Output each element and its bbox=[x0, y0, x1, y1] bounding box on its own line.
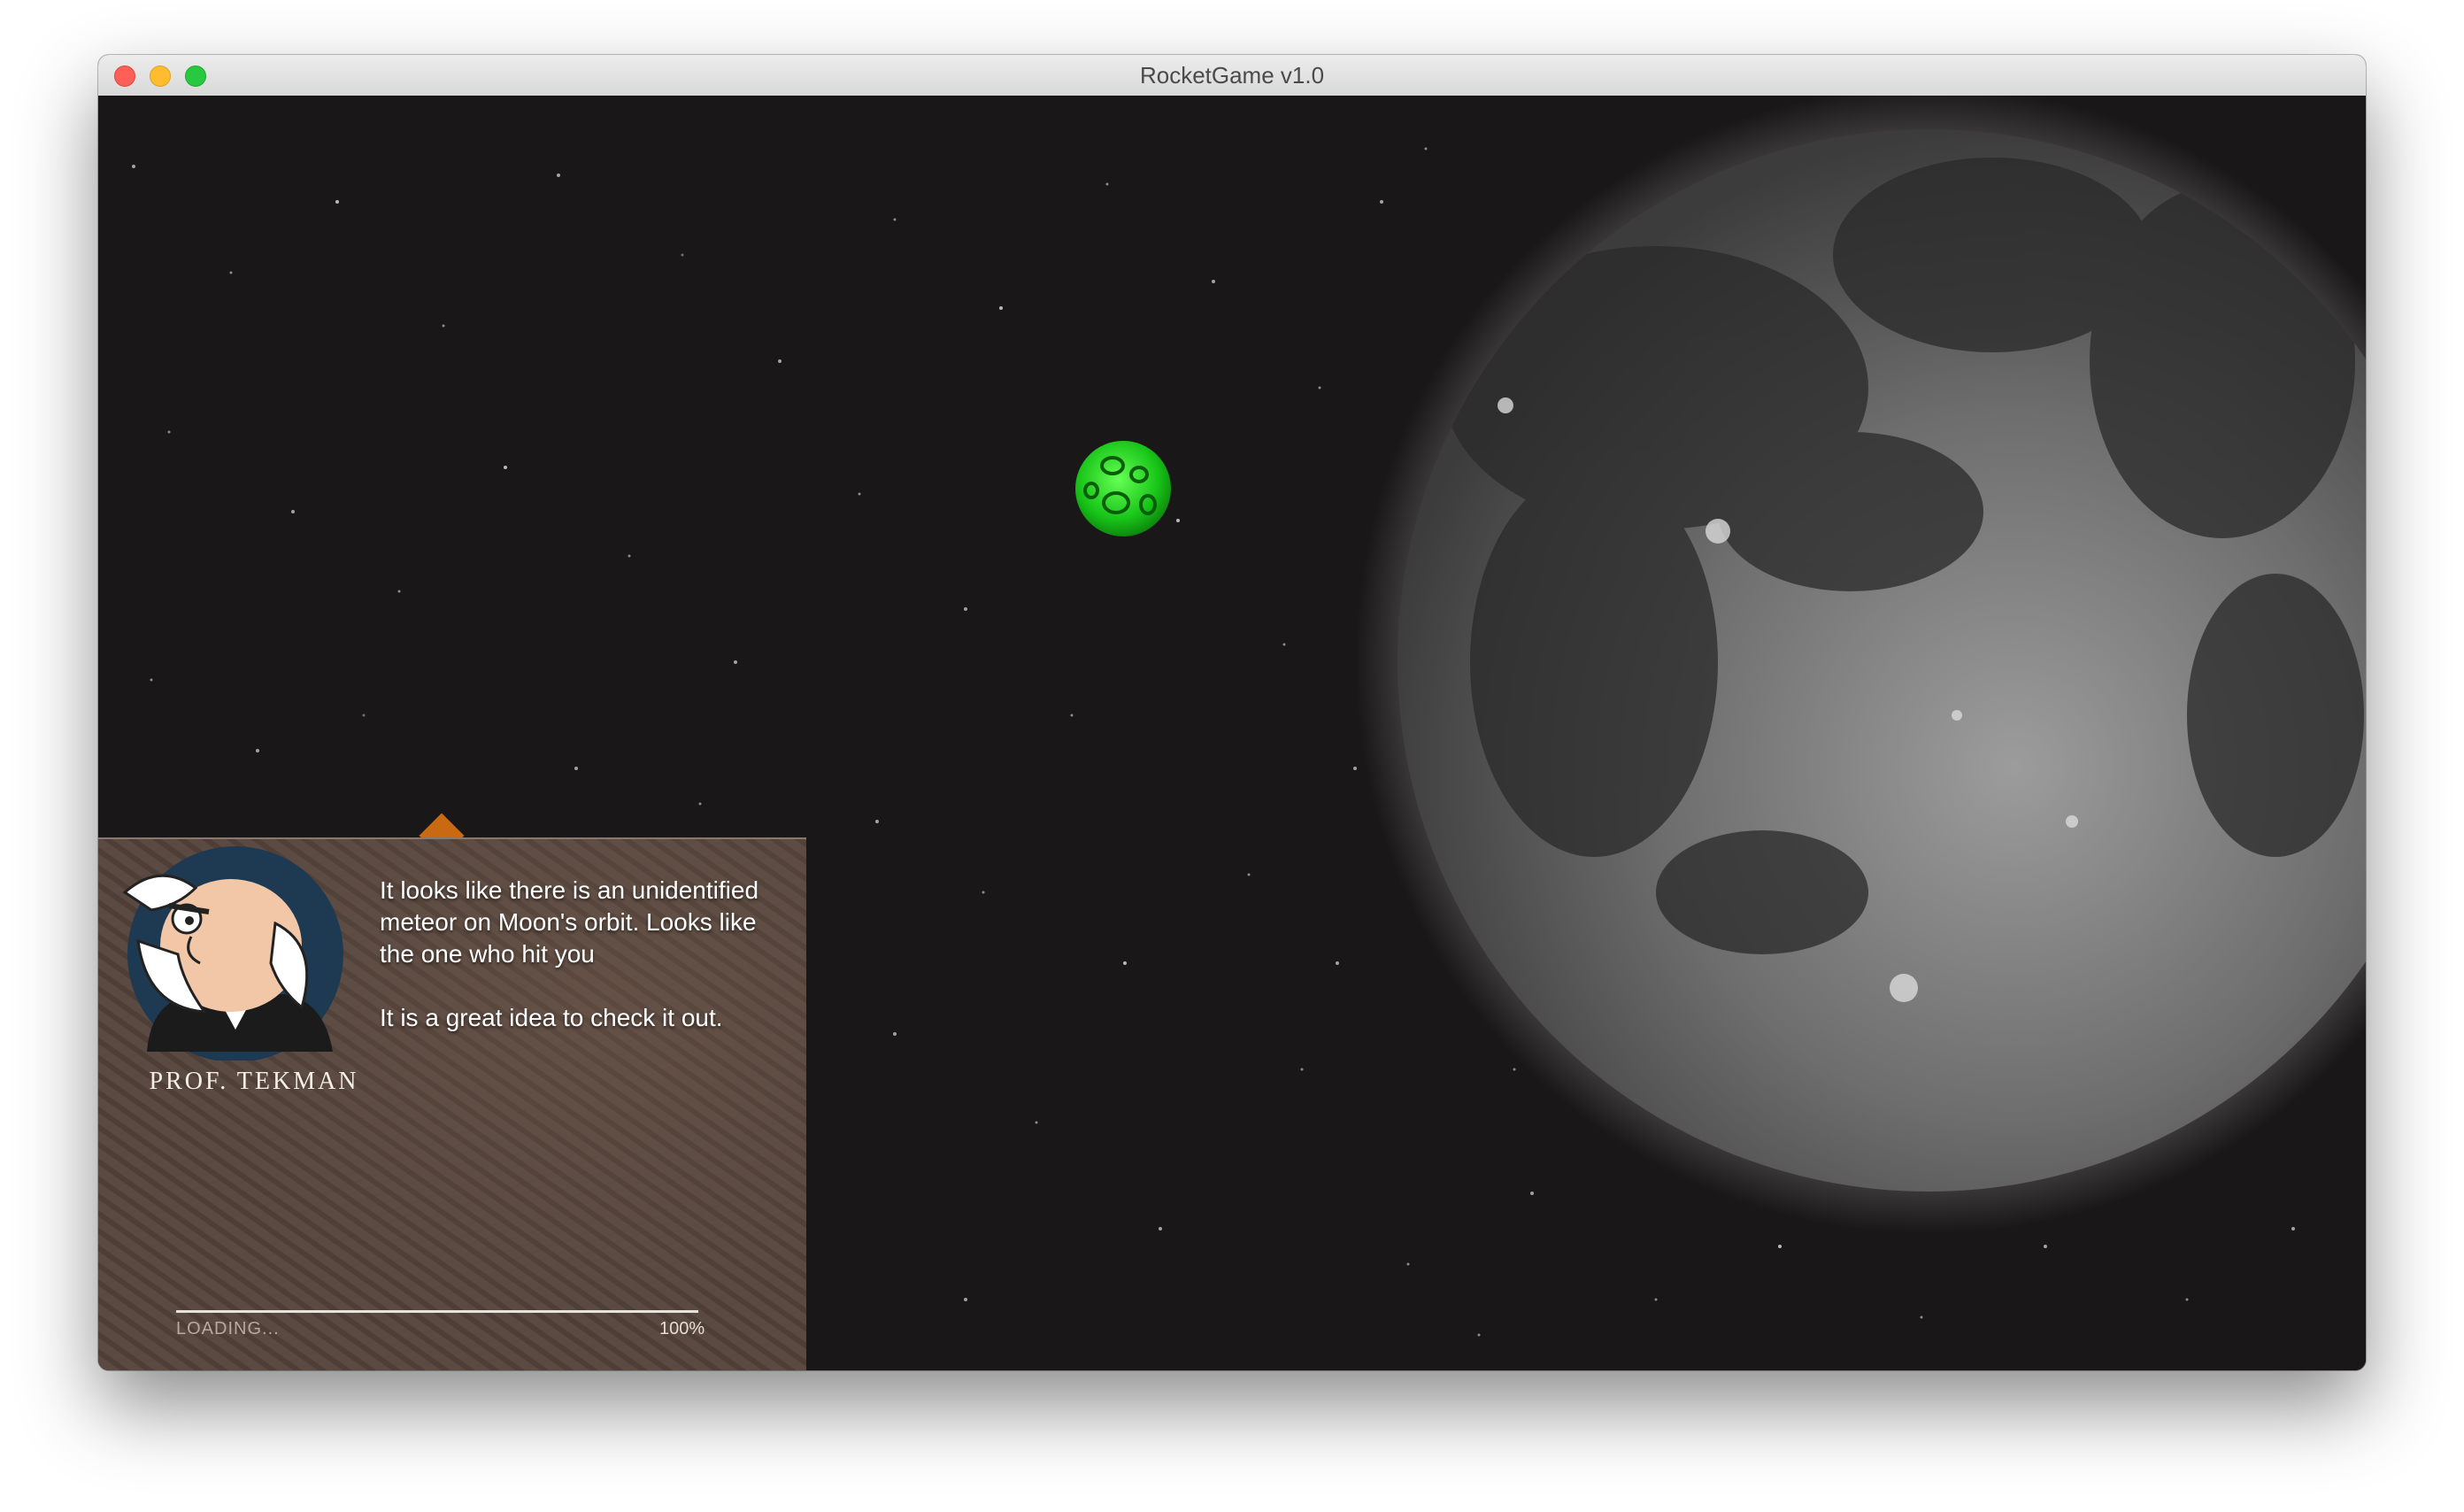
green-meteor[interactable] bbox=[1075, 441, 1171, 536]
moon bbox=[1355, 96, 2366, 1234]
loading-percent: 100% bbox=[659, 1319, 705, 1338]
game-window: RocketGame v1.0 PROF. TEKMAN It looks li… bbox=[98, 55, 2366, 1370]
loading-label: LOADING... bbox=[176, 1319, 280, 1338]
loading-progress-bar bbox=[176, 1310, 698, 1313]
dialog-box[interactable]: PROF. TEKMAN It looks like there is an u… bbox=[98, 837, 806, 1370]
speaker-name: PROF. TEKMAN bbox=[149, 1068, 359, 1095]
dialog-line: It looks like there is an unidentified m… bbox=[380, 876, 759, 968]
title-bar: RocketGame v1.0 bbox=[98, 55, 2366, 96]
window-title: RocketGame v1.0 bbox=[1139, 62, 1325, 89]
dialog-line: It is a great idea to check it out. bbox=[380, 1004, 723, 1031]
prof-tekman-portrait bbox=[122, 846, 343, 1061]
dialog-message: It looks like there is an unidentified m… bbox=[380, 875, 787, 1066]
game-scene[interactable]: PROF. TEKMAN It looks like there is an u… bbox=[98, 96, 2366, 1370]
